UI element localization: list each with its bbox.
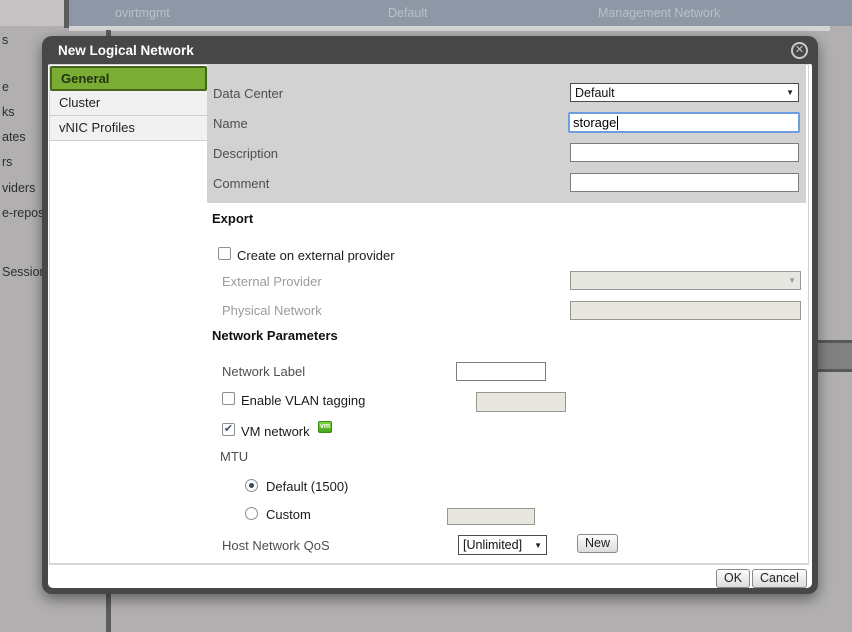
tab-vnic-profiles[interactable]: vNIC Profiles bbox=[50, 116, 207, 141]
host-network-qos-label: Host Network QoS bbox=[222, 538, 330, 553]
footer-separator bbox=[49, 564, 809, 565]
data-center-value: Default bbox=[575, 86, 615, 100]
external-provider-label: External Provider bbox=[222, 274, 322, 289]
chevron-down-icon: ▼ bbox=[534, 541, 542, 550]
tab-general[interactable]: General bbox=[50, 66, 207, 91]
chevron-down-icon: ▼ bbox=[786, 88, 794, 97]
create-on-external-provider-label[interactable]: Create on external provider bbox=[237, 248, 395, 263]
network-parameters-heading: Network Parameters bbox=[212, 328, 338, 343]
mtu-custom-radio[interactable] bbox=[245, 507, 258, 520]
close-icon[interactable]: ✕ bbox=[791, 42, 808, 59]
sidebar-item-fragment[interactable]: viders bbox=[2, 181, 42, 195]
description-input[interactable] bbox=[570, 143, 799, 162]
host-network-qos-value: [Unlimited] bbox=[463, 538, 522, 552]
bg-tree-corner bbox=[0, 0, 64, 26]
cancel-button[interactable]: Cancel bbox=[752, 569, 807, 588]
sidebar-item-fragment[interactable]: ks bbox=[2, 105, 42, 119]
comment-label: Comment bbox=[213, 176, 269, 191]
sidebar-item-fragment[interactable]: Session bbox=[2, 265, 42, 279]
ok-button[interactable]: OK bbox=[716, 569, 750, 588]
bg-divider-top bbox=[64, 0, 69, 28]
enable-vlan-tagging-label[interactable]: Enable VLAN tagging bbox=[241, 393, 365, 408]
dialog-body: General Cluster vNIC Profiles Data Cente… bbox=[48, 64, 812, 588]
export-section-heading: Export bbox=[212, 211, 253, 226]
sidebar-item-fragment[interactable]: e-repos bbox=[2, 206, 42, 220]
tab-cluster[interactable]: Cluster bbox=[50, 91, 207, 116]
sidebar-item-fragment[interactable]: rs bbox=[2, 155, 42, 169]
mtu-custom-input bbox=[447, 508, 535, 525]
comment-input[interactable] bbox=[570, 173, 799, 192]
mtu-custom-label[interactable]: Custom bbox=[266, 507, 311, 522]
new-logical-network-dialog: New Logical Network ✕ General Cluster vN… bbox=[42, 36, 818, 594]
dialog-side-tabs: General Cluster vNIC Profiles bbox=[50, 66, 207, 141]
mtu-label: MTU bbox=[220, 449, 248, 464]
bg-table-row[interactable]: ovirtmgmt Default Management Network bbox=[65, 0, 852, 26]
bg-cell-network-name: ovirtmgmt bbox=[115, 6, 170, 20]
dialog-title: New Logical Network bbox=[58, 43, 194, 58]
sidebar-item-fragment[interactable]: s bbox=[2, 33, 42, 47]
enable-vlan-tagging-checkbox[interactable] bbox=[222, 392, 235, 405]
bg-cell-description: Management Network bbox=[598, 6, 720, 20]
bg-table-next-row bbox=[69, 26, 830, 31]
chevron-down-icon: ▼ bbox=[788, 276, 796, 285]
mtu-default-label[interactable]: Default (1500) bbox=[266, 479, 348, 494]
network-label-label: Network Label bbox=[222, 364, 305, 379]
create-on-external-provider-checkbox[interactable] bbox=[218, 247, 231, 260]
name-value: storage bbox=[573, 115, 616, 130]
data-center-label: Data Center bbox=[213, 86, 283, 101]
physical-network-label: Physical Network bbox=[222, 303, 322, 318]
dialog-title-bar[interactable]: New Logical Network ✕ bbox=[42, 36, 818, 64]
physical-network-input bbox=[570, 301, 801, 320]
network-label-input[interactable] bbox=[456, 362, 546, 381]
bg-cell-datacenter: Default bbox=[388, 6, 428, 20]
text-cursor bbox=[617, 116, 618, 130]
sidebar-item-fragment[interactable]: ates bbox=[2, 130, 42, 144]
external-provider-select: ▼ bbox=[570, 271, 801, 290]
data-center-select[interactable]: Default ▼ bbox=[570, 83, 799, 102]
host-network-qos-select[interactable]: [Unlimited] ▼ bbox=[458, 535, 547, 555]
sidebar-item-fragment[interactable]: e bbox=[2, 80, 42, 94]
name-input[interactable]: storage bbox=[568, 112, 800, 133]
name-label: Name bbox=[213, 116, 248, 131]
vm-network-checkbox[interactable]: ✔ bbox=[222, 423, 235, 436]
qos-new-button[interactable]: New bbox=[577, 534, 618, 553]
mtu-default-radio[interactable] bbox=[245, 479, 258, 492]
vm-icon: vm bbox=[318, 421, 332, 433]
vlan-tag-input bbox=[476, 392, 566, 412]
description-label: Description bbox=[213, 146, 278, 161]
vm-network-label[interactable]: VM network bbox=[241, 424, 310, 439]
